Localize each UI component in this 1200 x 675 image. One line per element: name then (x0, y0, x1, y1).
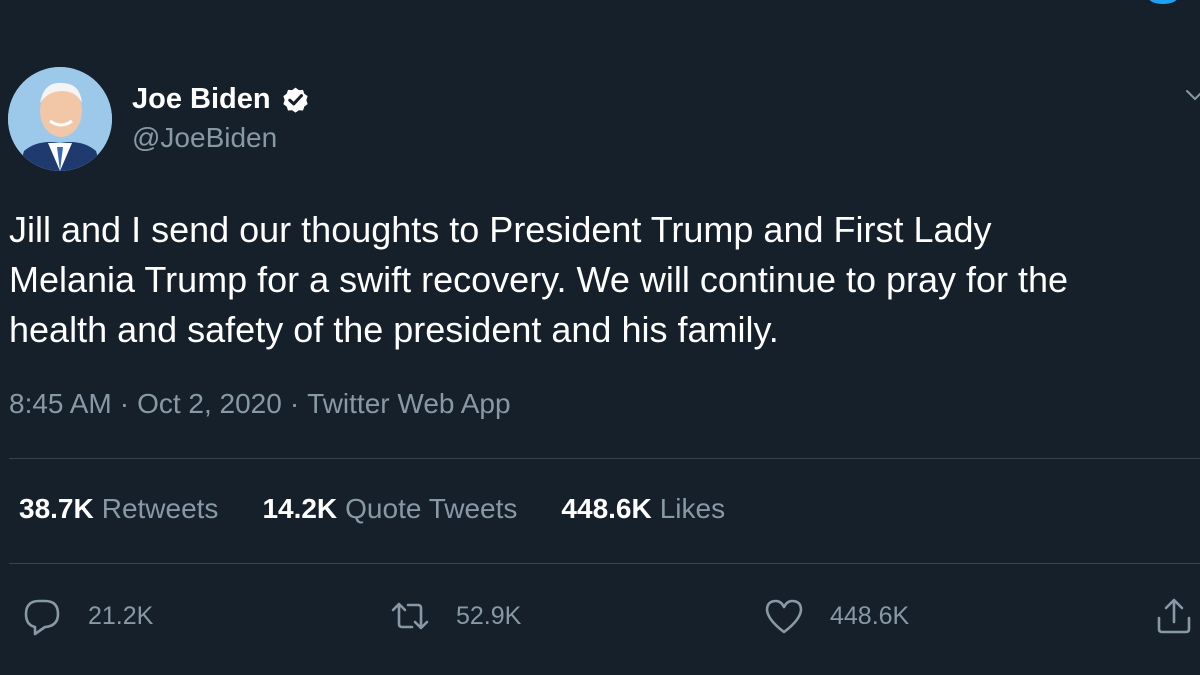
retweet-button[interactable]: 52.9K (390, 596, 521, 636)
verified-badge-icon (280, 84, 311, 115)
notification-dot (1148, 0, 1178, 4)
stat-likes[interactable]: 448.6K Likes (561, 493, 725, 525)
stat-value: 14.2K (262, 493, 338, 524)
retweet-icon (391, 602, 429, 630)
tweet-meta: 8:45 AM · Oct 2, 2020 · Twitter Web App (9, 388, 511, 420)
reply-button[interactable]: 21.2K (22, 596, 153, 636)
tweet-text: Jill and I send our thoughts to Presiden… (9, 209, 1069, 350)
retweet-count: 52.9K (456, 601, 522, 630)
reply-icon (24, 599, 60, 636)
author-name-row[interactable]: Joe Biden (132, 81, 311, 117)
share-button[interactable] (1154, 596, 1194, 636)
chevron-down-icon[interactable] (1184, 84, 1200, 106)
stat-quote-tweets[interactable]: 14.2K Quote Tweets (262, 493, 517, 525)
heart-icon (765, 599, 803, 634)
stat-label: Likes (659, 493, 726, 524)
share-icon (1157, 598, 1191, 634)
meta-separator: · (289, 388, 300, 419)
stat-label: Retweets (101, 493, 219, 524)
stat-value: 38.7K (19, 493, 94, 524)
like-button[interactable]: 448.6K (764, 596, 909, 636)
stat-retweets[interactable]: 38.7K Retweets (19, 493, 218, 525)
divider (9, 563, 1200, 564)
author-display-name[interactable]: Joe Biden (132, 83, 271, 116)
avatar[interactable] (8, 67, 112, 171)
stat-label: Quote Tweets (345, 493, 518, 524)
tweet-time[interactable]: 8:45 AM (9, 388, 112, 419)
action-bar: 21.2K 52.9K 448.6K (0, 596, 1200, 638)
reply-count: 21.2K (88, 601, 154, 630)
tweet-date[interactable]: Oct 2, 2020 (137, 388, 282, 419)
author-handle[interactable]: @JoeBiden (132, 122, 277, 154)
like-count: 448.6K (830, 601, 910, 630)
tweet-stats: 38.7K Retweets 14.2K Quote Tweets 448.6K Li… (19, 493, 769, 525)
stat-value: 448.6K (561, 493, 652, 524)
tweet-source[interactable]: Twitter Web App (307, 388, 510, 419)
divider (9, 458, 1200, 459)
meta-separator: · (119, 388, 130, 419)
